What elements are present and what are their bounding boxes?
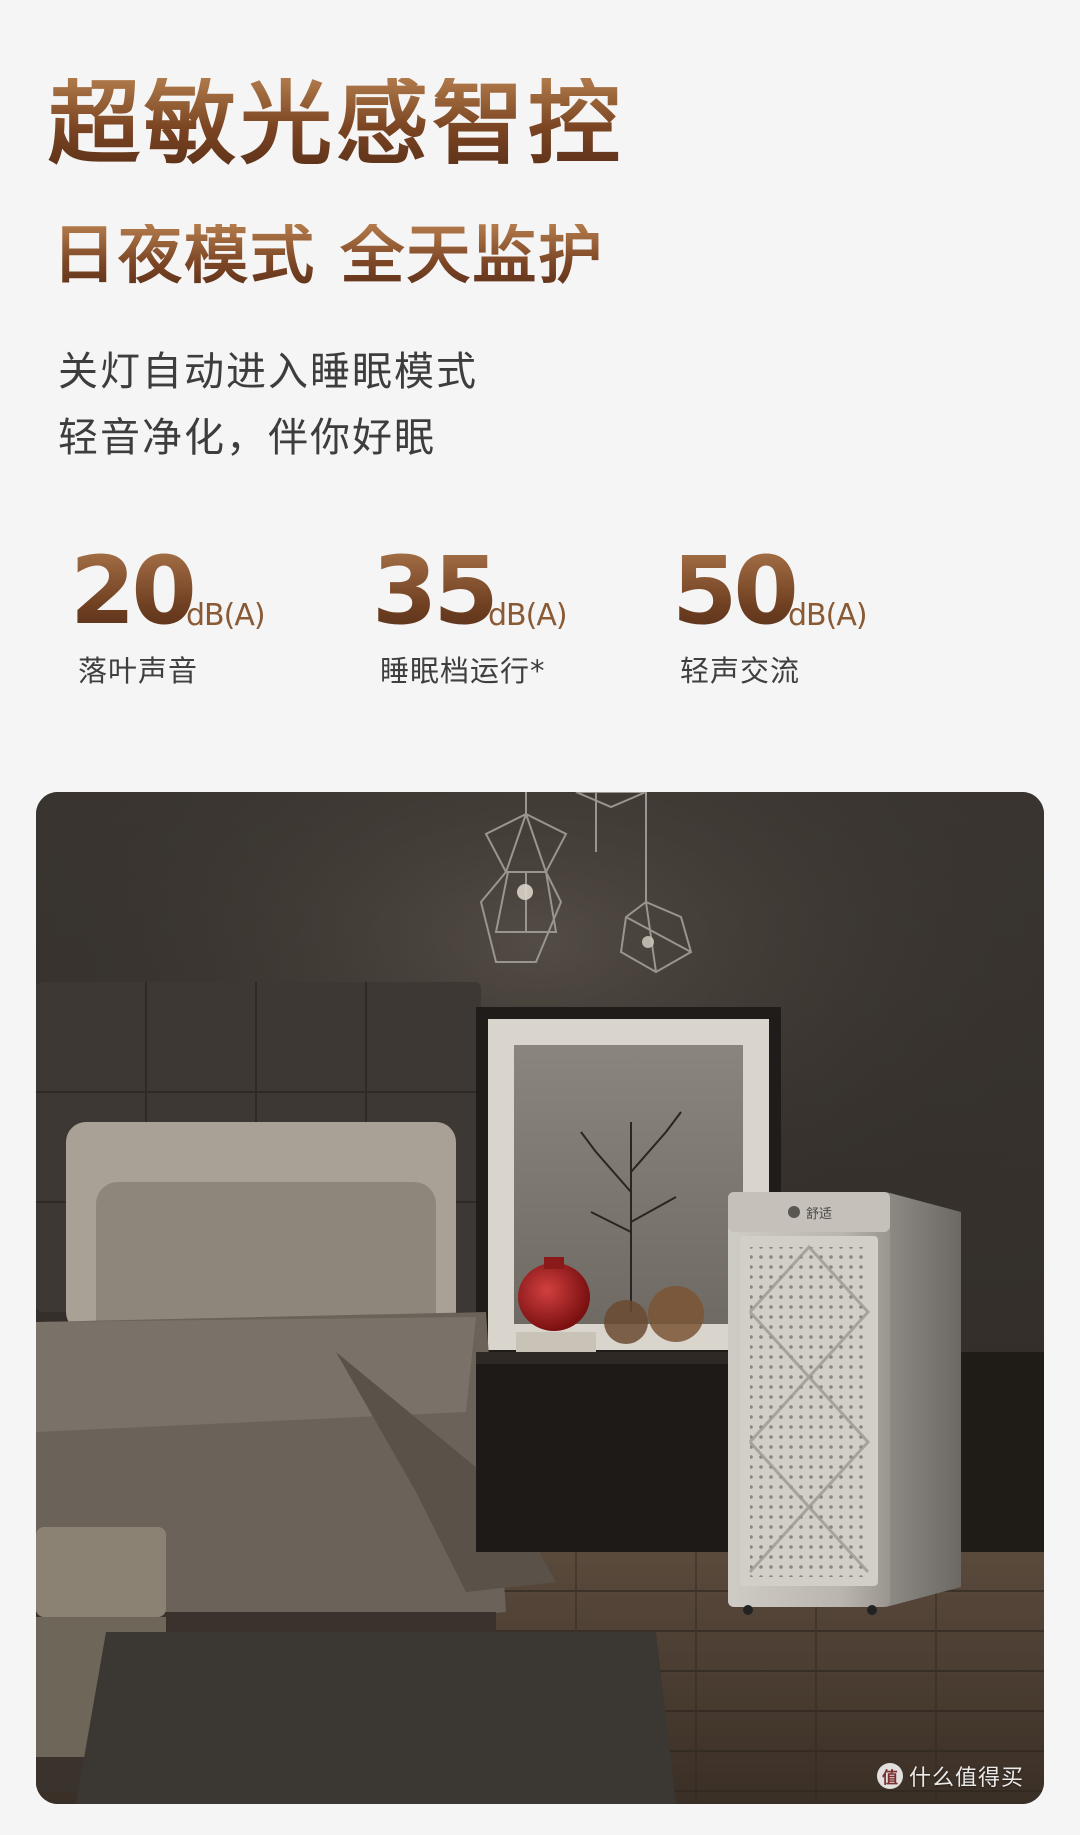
stat-value: 20 [70, 537, 197, 646]
stat-item: 35 dB(A) 睡眠档运行* [372, 545, 672, 695]
stat-caption: 睡眠档运行* [380, 654, 546, 688]
stat-unit: dB(A) [788, 598, 868, 633]
device-brand-label: 舒适 [806, 1207, 832, 1222]
stat-value: 50 [672, 537, 799, 646]
stat-item: 50 dB(A) 轻声交流 [672, 545, 972, 695]
bedroom-illustration: 舒适 [36, 792, 1044, 1804]
stat-unit: dB(A) [186, 598, 266, 633]
subheadline: 日夜模式 全天监护 [52, 219, 605, 293]
stat-unit: dB(A) [488, 598, 568, 633]
description-line-2: 轻音净化，伴你好眠 [58, 415, 436, 461]
watermark-logo-icon: 值 [876, 1763, 903, 1789]
bedroom-scene-image: 舒适 值 什么值得买 [36, 792, 1044, 1804]
watermark: 值 什么值得买 [876, 1760, 1024, 1792]
description-line-1: 关灯自动进入睡眠模式 [58, 349, 478, 395]
air-purifier: 舒适 [728, 1192, 961, 1615]
watermark-text: 什么值得买 [908, 1766, 1024, 1791]
stat-value: 35 [372, 537, 499, 646]
stat-caption: 轻声交流 [680, 654, 801, 688]
stat-item: 20 dB(A) 落叶声音 [70, 545, 370, 695]
stat-caption: 落叶声音 [78, 654, 199, 688]
headline: 超敏光感智控 [48, 70, 625, 177]
